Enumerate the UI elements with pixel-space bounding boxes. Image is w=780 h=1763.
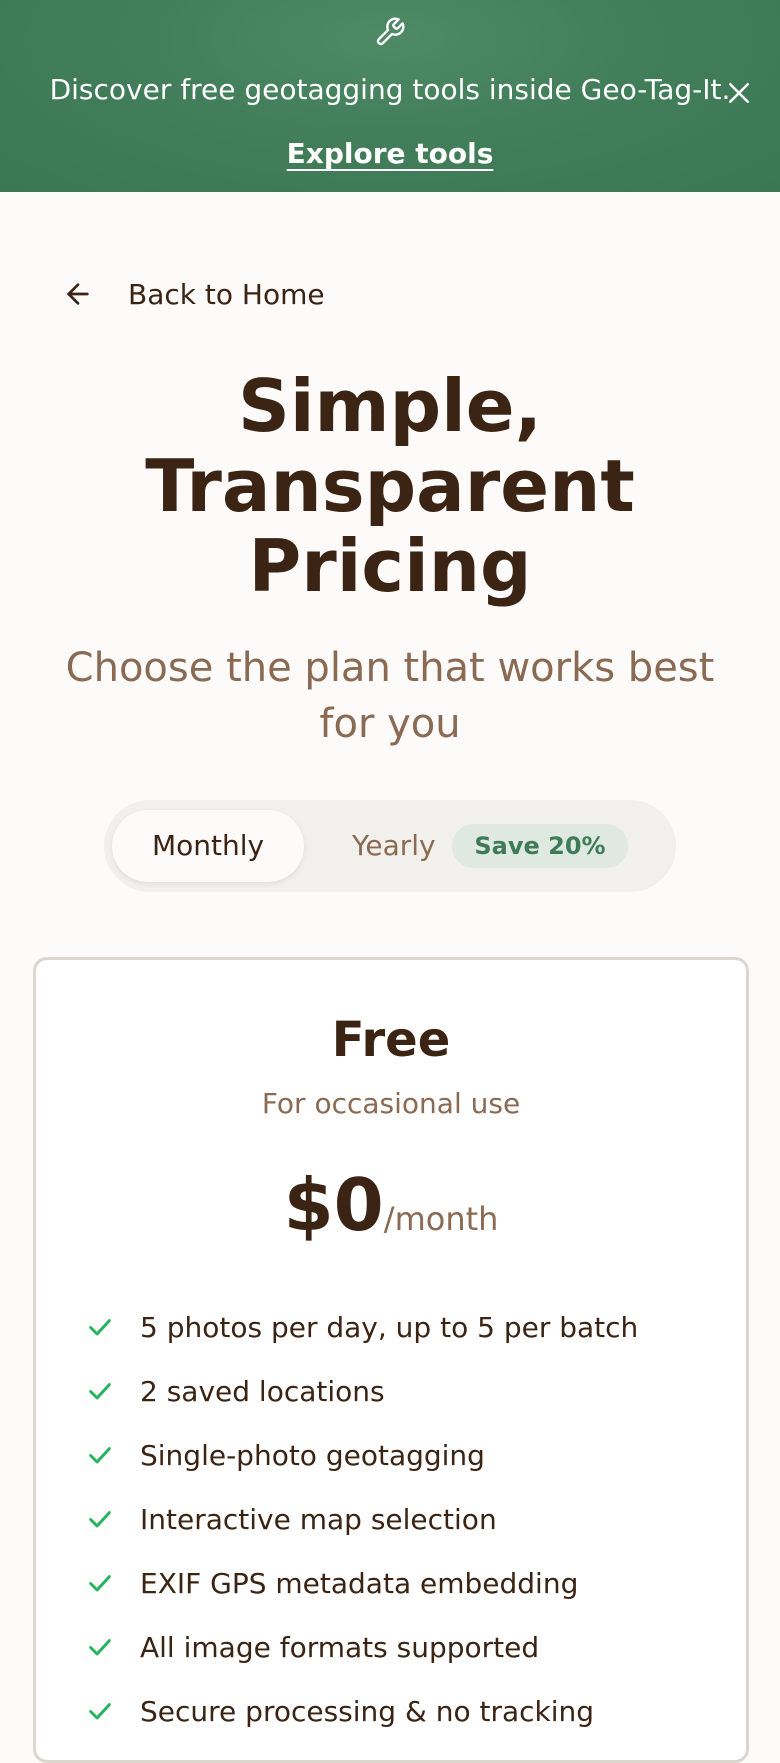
plan-description: For occasional use — [261, 1087, 521, 1120]
arrow-left-icon — [67, 283, 89, 305]
feature-text: Interactive map selection — [140, 1502, 497, 1536]
back-to-home-label: Back to Home — [128, 277, 325, 311]
check-icon — [89, 1639, 111, 1656]
feature-text: Secure processing & no tracking — [140, 1694, 595, 1728]
feature-item: 5 photos per day, up to 5 per batch — [86, 1295, 638, 1359]
feature-text: Single-photo geotagging — [140, 1438, 485, 1472]
plan-price: $0 — [283, 1163, 384, 1247]
feature-item: 2 saved locations — [86, 1359, 638, 1423]
plan-card-free: Free For occasional use $0/month 5 photo… — [33, 957, 749, 1763]
banner-message: Discover free geotagging tools inside Ge… — [49, 73, 731, 106]
promo-banner: Discover free geotagging tools inside Ge… — [0, 0, 780, 192]
plan-name: Free — [331, 1012, 451, 1068]
feature-text: 2 saved locations — [140, 1374, 385, 1408]
plan-price-row: $0/month — [36, 1160, 746, 1250]
back-to-home-link[interactable]: Back to Home — [62, 274, 325, 314]
wrench-icon — [376, 17, 405, 46]
explore-tools-row: Explore tools — [0, 134, 780, 174]
page-subtitle: Choose the plan that works best for you — [65, 645, 715, 747]
check-icon — [89, 1511, 111, 1528]
monthly-option[interactable]: Monthly — [112, 810, 304, 882]
yearly-option[interactable]: Yearly — [352, 810, 436, 882]
explore-tools-link[interactable]: Explore tools — [287, 137, 494, 170]
check-icon — [89, 1319, 111, 1336]
plan-period: /month — [383, 1200, 499, 1238]
feature-text: All image formats supported — [140, 1630, 540, 1664]
page-title: Simple, Transparent Pricing — [0, 366, 780, 606]
check-icon — [89, 1383, 111, 1400]
billing-toggle: Monthly Yearly Save 20% — [104, 800, 676, 892]
page-title-line: Simple, — [238, 364, 542, 448]
page-title-line: Transparent — [145, 444, 635, 528]
feature-item: All image formats supported — [86, 1615, 638, 1679]
page-title-line: Pricing — [248, 524, 532, 608]
feature-list: 5 photos per day, up to 5 per batch 2 sa… — [86, 1295, 638, 1743]
feature-text: 5 photos per day, up to 5 per batch — [140, 1310, 639, 1344]
check-icon — [89, 1703, 111, 1720]
feature-text: EXIF GPS metadata embedding — [140, 1566, 579, 1600]
feature-item: Single-photo geotagging — [86, 1423, 638, 1487]
feature-item: EXIF GPS metadata embedding — [86, 1551, 638, 1615]
feature-item: Interactive map selection — [86, 1487, 638, 1551]
feature-item: Secure processing & no tracking — [86, 1679, 638, 1743]
check-icon — [89, 1447, 111, 1464]
save-badge: Save 20% — [452, 824, 628, 868]
close-icon[interactable] — [724, 78, 754, 108]
check-icon — [89, 1575, 111, 1592]
